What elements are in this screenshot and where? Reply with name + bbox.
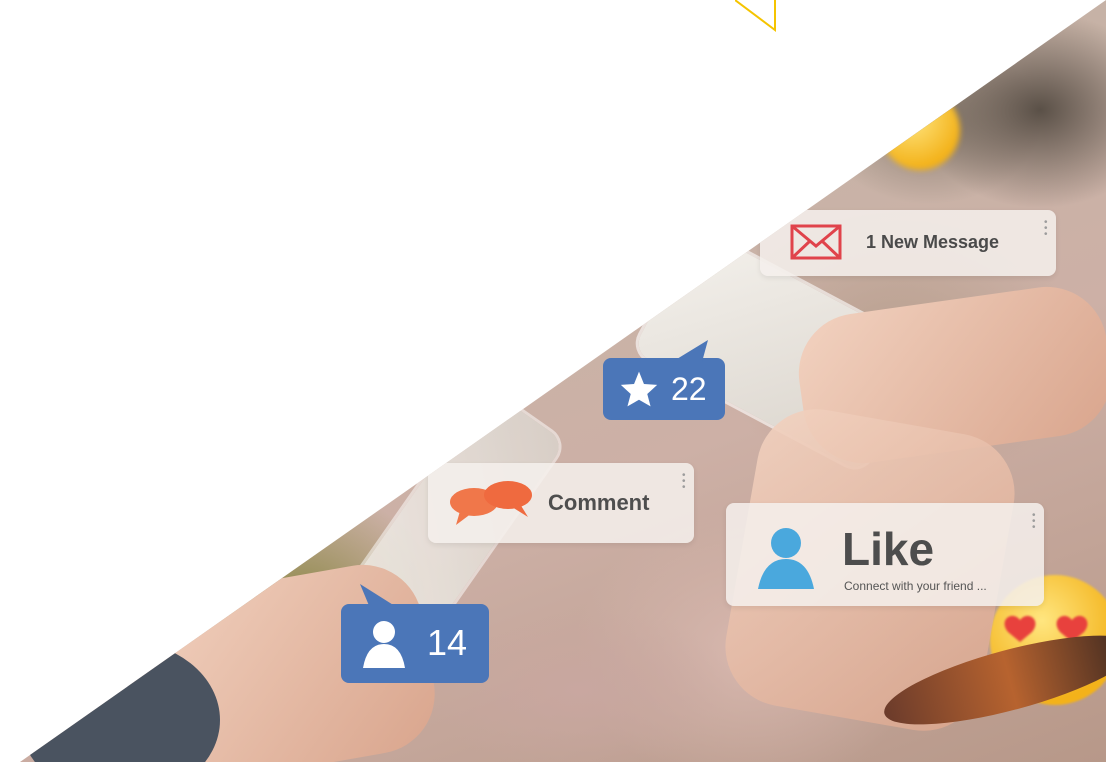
yellow-triangle-outline <box>735 0 776 32</box>
message-notification-card[interactable]: 1 New Message • • • <box>760 210 1056 276</box>
user-icon <box>363 621 405 668</box>
emoji-hearts-blurred <box>880 90 960 170</box>
like-title: Like <box>842 523 935 575</box>
like-subtitle: Connect with your friend ... <box>844 579 987 593</box>
message-label: 1 New Message <box>866 232 1000 252</box>
user-count-badge[interactable]: 14 <box>341 604 489 683</box>
comment-label: Comment <box>548 490 650 515</box>
envelope-icon <box>790 224 842 260</box>
user-icon <box>758 528 814 589</box>
comment-notification-card[interactable]: Comment • • • <box>428 463 694 543</box>
speech-bubbles-icon <box>450 481 532 525</box>
star-count: 22 <box>671 371 707 407</box>
like-notification-card[interactable]: Like Connect with your friend ... • • • <box>726 503 1044 606</box>
user-count: 14 <box>427 622 468 663</box>
stage: 1 New Message • • • 22 Comment • • • Lik… <box>0 0 1106 762</box>
star-icon <box>620 371 658 407</box>
star-count-badge[interactable]: 22 <box>603 358 725 420</box>
photo-background: 1 New Message • • • 22 Comment • • • Lik… <box>20 0 1106 762</box>
star-badge-tail <box>672 340 708 362</box>
more-options-icon[interactable]: • • • <box>682 471 686 493</box>
more-options-icon[interactable]: • • • <box>1032 511 1036 533</box>
more-options-icon[interactable]: • • • <box>1044 218 1048 240</box>
